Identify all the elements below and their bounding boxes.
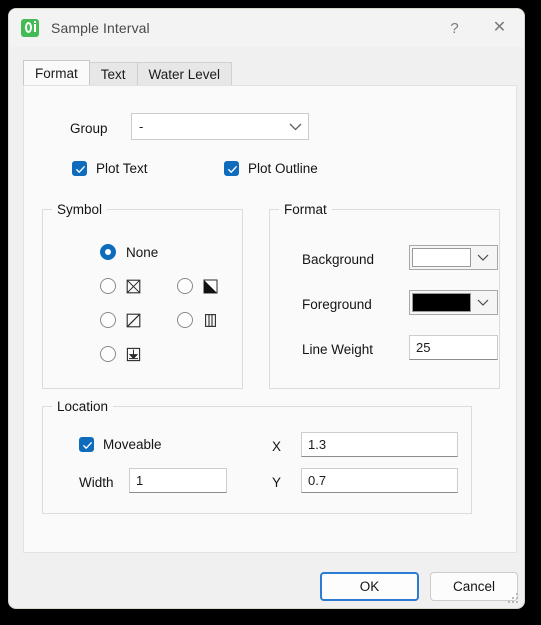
chevron-down-icon [471,254,495,261]
radio-button [100,244,116,260]
foreground-label: Foreground [302,297,372,312]
tab-format[interactable]: Format [23,60,90,85]
symbol-option-none-label: None [126,244,159,260]
symbol-option-half-filled[interactable] [177,278,218,294]
group-dropdown[interactable]: - [131,113,309,140]
radio-button [177,312,193,328]
tab-strip: Format Text Water Level [23,60,518,85]
ok-button[interactable]: OK [320,572,419,601]
tab-text[interactable]: Text [88,62,138,85]
line-weight-input[interactable]: 25 [409,335,498,360]
symbol-groupbox-title: Symbol [52,202,108,217]
format-groupbox: Format Background Foreground Line Weight [269,202,500,389]
plot-outline-checkbox[interactable]: Plot Outline [224,161,318,176]
group-dropdown-value: - [139,119,144,134]
x-label: X [272,439,282,454]
y-label: Y [272,475,282,490]
sample-interval-dialog: Sample Interval ? ✕ Format Text Water Le… [8,8,525,609]
x-input[interactable]: 1.3 [301,432,458,457]
symbol-option-diagonal[interactable] [100,312,141,328]
location-groupbox-title: Location [52,399,114,414]
radio-button [100,346,116,362]
symbol-option-columns[interactable] [177,312,218,328]
plot-text-label: Plot Text [96,161,148,176]
background-color-swatch [412,248,471,267]
background-color-dropdown[interactable] [409,245,498,270]
screen: Sample Interval ? ✕ Format Text Water Le… [0,0,541,625]
window-title: Sample Interval [51,20,150,36]
format-groupbox-title: Format [279,202,332,217]
title-bar: Sample Interval ? ✕ [9,9,524,47]
width-input[interactable]: 1 [129,468,227,493]
symbol-option-boxed-x[interactable] [100,278,141,294]
checkbox-box [79,437,94,452]
plot-outline-label: Plot Outline [248,161,318,176]
radio-button [177,278,193,294]
foreground-color-dropdown[interactable] [409,290,498,315]
foreground-color-swatch [412,293,471,312]
square-with-diagonal-icon [126,313,141,328]
width-label: Width [79,475,114,490]
checkbox-box [72,161,87,176]
symbol-option-down-arrow[interactable] [100,346,141,362]
cancel-button[interactable]: Cancel [430,572,518,601]
group-label: Group [70,121,108,136]
radio-button [100,312,116,328]
tab-water-level[interactable]: Water Level [136,62,233,85]
app-icon [21,19,39,37]
chevron-down-icon [282,123,308,131]
title-bar-buttons: ? ✕ [432,9,524,47]
square-diagonal-filled-icon [203,279,218,294]
symbol-groupbox: Symbol None [42,202,243,389]
background-label: Background [302,252,375,267]
radio-button [100,278,116,294]
moveable-checkbox[interactable]: Moveable [79,437,162,452]
square-with-down-arrow-icon [126,347,141,362]
format-tab-panel: Group - Plot Text Plot Outline Symbol No… [23,85,517,553]
y-input[interactable]: 0.7 [301,468,458,493]
line-weight-label: Line Weight [302,342,374,357]
checkbox-box [224,161,239,176]
resize-grip[interactable] [507,592,520,605]
moveable-label: Moveable [103,437,162,452]
square-with-vertical-bars-icon [203,313,218,328]
close-icon[interactable]: ✕ [477,9,522,47]
help-icon[interactable]: ? [432,9,477,47]
square-with-x-icon [126,279,141,294]
location-groupbox: Location Moveable Width 1 X 1.3 Y 0.7 [42,399,472,514]
chevron-down-icon [471,299,495,306]
plot-text-checkbox[interactable]: Plot Text [72,161,148,176]
symbol-option-none[interactable]: None [100,244,158,260]
